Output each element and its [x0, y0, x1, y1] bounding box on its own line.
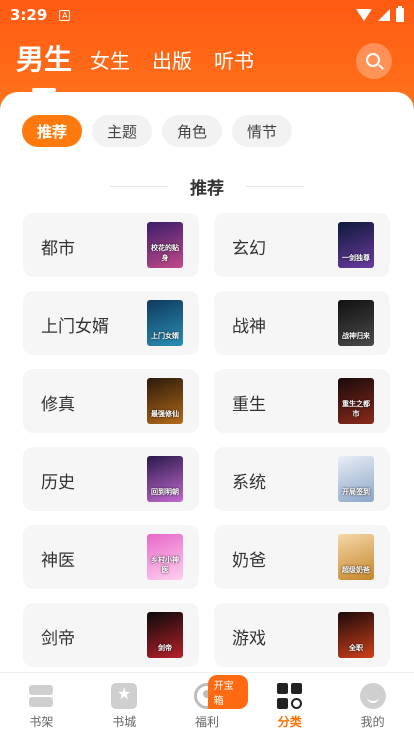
category-label: 重生: [232, 395, 266, 415]
tab-publish[interactable]: 出版: [152, 45, 192, 84]
cover-title: 重生之都市: [342, 400, 370, 418]
category-card[interactable]: 战神 战神归来: [214, 291, 390, 355]
category-label: 奶爸: [232, 551, 266, 571]
nav-profile[interactable]: 我的: [331, 673, 414, 736]
chip-recommend[interactable]: 推荐: [22, 115, 83, 147]
book-cover: 全职: [338, 612, 374, 658]
cover-title: 乡村小神医: [151, 556, 179, 574]
nav-welfare[interactable]: 开宝箱 福利: [166, 673, 249, 736]
content-sheet: 推荐 主题 角色 情节 推荐 都市 校花的贴身 玄幻 一剑独尊 上门女婿 上门女…: [0, 92, 414, 672]
category-label: 修真: [41, 395, 75, 415]
book-cover: 回到明朝: [147, 456, 183, 502]
chip-role[interactable]: 角色: [162, 115, 223, 147]
category-label: 上门女婿: [41, 317, 109, 337]
status-indicators: [356, 6, 404, 22]
book-cover: 超级奶爸: [338, 534, 374, 580]
treasure-badge: 开宝箱: [207, 675, 249, 709]
book-cover: 重生之都市: [338, 378, 374, 424]
nav-label: 我的: [360, 715, 385, 729]
category-card[interactable]: 奶爸 超级奶爸: [214, 525, 390, 589]
chip-plot[interactable]: 情节: [232, 115, 293, 147]
tab-male[interactable]: 男生: [16, 38, 72, 92]
category-card[interactable]: 修真 最强修仙: [23, 369, 199, 433]
nav-label: 书架: [29, 715, 54, 729]
divider: [246, 186, 304, 187]
divider: [110, 186, 168, 187]
nav-label: 分类: [277, 715, 302, 729]
search-button[interactable]: [356, 43, 392, 79]
category-label: 玄幻: [232, 239, 266, 259]
bookshelf-icon: [28, 683, 54, 709]
category-label: 系统: [232, 473, 266, 493]
filter-chips: 推荐 主题 角色 情节: [22, 115, 293, 147]
section-title: 推荐: [190, 179, 224, 199]
cover-title: 全职: [349, 644, 363, 652]
nav-category[interactable]: 分类: [248, 673, 331, 736]
book-cover: 上门女婿: [147, 300, 183, 346]
cover-title: 上门女婿: [151, 332, 179, 340]
section-header: 推荐: [0, 174, 414, 199]
category-label: 游戏: [232, 629, 266, 649]
cover-title: 一剑独尊: [342, 254, 370, 262]
category-label: 历史: [41, 473, 75, 493]
nav-label: 福利: [194, 715, 219, 729]
category-label: 剑帝: [41, 629, 75, 649]
notification-icon: A: [59, 9, 71, 21]
cover-title: 最强修仙: [151, 410, 179, 418]
nav-bookshelf[interactable]: 书架: [0, 673, 83, 736]
book-cover: 开局签到: [338, 456, 374, 502]
book-cover: 一剑独尊: [338, 222, 374, 268]
category-card[interactable]: 上门女婿 上门女婿: [23, 291, 199, 355]
category-card[interactable]: 神医 乡村小神医: [23, 525, 199, 589]
category-card[interactable]: 玄幻 一剑独尊: [214, 213, 390, 277]
tab-female[interactable]: 女生: [90, 45, 130, 84]
category-card[interactable]: 重生 重生之都市: [214, 369, 390, 433]
book-cover: 战神归来: [338, 300, 374, 346]
cover-title: 回到明朝: [151, 488, 179, 496]
category-icon: [276, 683, 303, 709]
nav-label: 书城: [112, 715, 137, 729]
book-cover: 最强修仙: [147, 378, 183, 424]
cover-title: 剑帝: [158, 644, 172, 652]
category-card[interactable]: 都市 校花的贴身: [23, 213, 199, 277]
category-card[interactable]: 历史 回到明朝: [23, 447, 199, 511]
cover-title: 超级奶爸: [342, 566, 370, 574]
book-cover: 剑帝: [147, 612, 183, 658]
top-tabs: 男生 女生 出版 听书: [16, 38, 276, 92]
bookstore-icon: [111, 683, 138, 709]
status-time: 3:29: [10, 6, 48, 24]
tab-audio[interactable]: 听书: [214, 45, 254, 84]
category-card[interactable]: 系统 开局签到: [214, 447, 390, 511]
category-label: 都市: [41, 239, 75, 259]
search-icon: [365, 52, 380, 67]
cover-title: 战神归来: [342, 332, 370, 340]
book-cover: 校花的贴身: [147, 222, 183, 268]
status-bar: 3:29 A: [0, 0, 414, 30]
chip-theme[interactable]: 主题: [92, 115, 153, 147]
nav-bookstore[interactable]: 书城: [83, 673, 166, 736]
category-label: 战神: [232, 317, 266, 337]
category-label: 神医: [41, 551, 75, 571]
cover-title: 校花的贴身: [151, 244, 179, 262]
bottom-navigation: 书架 书城 开宝箱 福利 分类 我的: [0, 672, 414, 736]
category-card[interactable]: 剑帝 剑帝: [23, 603, 199, 667]
signal-icon: [378, 9, 390, 21]
cover-title: 开局签到: [342, 488, 370, 496]
wifi-icon: [356, 9, 372, 21]
battery-icon: [396, 6, 404, 22]
profile-icon: [359, 683, 386, 709]
book-cover: 乡村小神医: [147, 534, 183, 580]
category-card[interactable]: 游戏 全职: [214, 603, 390, 667]
